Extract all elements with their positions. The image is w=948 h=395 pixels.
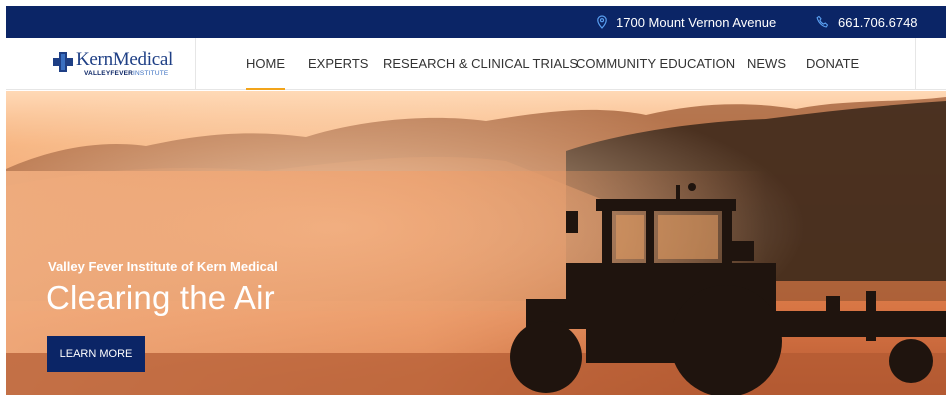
logo-subtitle-bold: VALLEYFEVER [84,70,134,78]
nav-donate[interactable]: DONATE [806,38,859,90]
address-link[interactable]: 1700 Mount Vernon Avenue [596,6,776,38]
nav-research-clinical-trials[interactable]: RESEARCH & CLINICAL TRIALS [383,38,578,90]
page: 1700 Mount Vernon Avenue 661.706.6748 Ke… [0,0,948,395]
logo-name: KernMedical [76,49,173,71]
logo: KernMedical VALLEYFEVERINSTITUTE [52,50,173,78]
nav-community-education[interactable]: COMMUNITY EDUCATION [576,38,735,90]
phone-link[interactable]: 661.706.6748 [816,6,918,38]
address-text: 1700 Mount Vernon Avenue [616,14,777,30]
hero-eyebrow: Valley Fever Institute of Kern Medical [48,259,278,274]
logo-subtitle-light: INSTITUTE [133,70,169,78]
logo-link[interactable]: KernMedical VALLEYFEVERINSTITUTE [6,38,196,90]
nav-home[interactable]: HOME [246,38,285,90]
medical-cross-icon [53,52,73,73]
nav-experts[interactable]: EXPERTS [308,38,368,90]
main-navigation: KernMedical VALLEYFEVERINSTITUTE HOME EX… [6,38,946,90]
phone-text: 661.706.6748 [838,14,918,30]
hero-tractor-image [6,91,946,395]
learn-more-button[interactable]: LEARN MORE [47,336,145,372]
nav-divider [915,38,916,90]
logo-subtitle: VALLEYFEVERINSTITUTE [76,71,173,78]
phone-icon [816,15,829,28]
hero-title: Clearing the Air [46,279,275,316]
top-contact-bar: 1700 Mount Vernon Avenue 661.706.6748 [6,6,946,38]
hero-banner: Valley Fever Institute of Kern Medical C… [6,91,946,395]
nav-news[interactable]: NEWS [747,38,786,90]
map-pin-icon [597,15,607,29]
